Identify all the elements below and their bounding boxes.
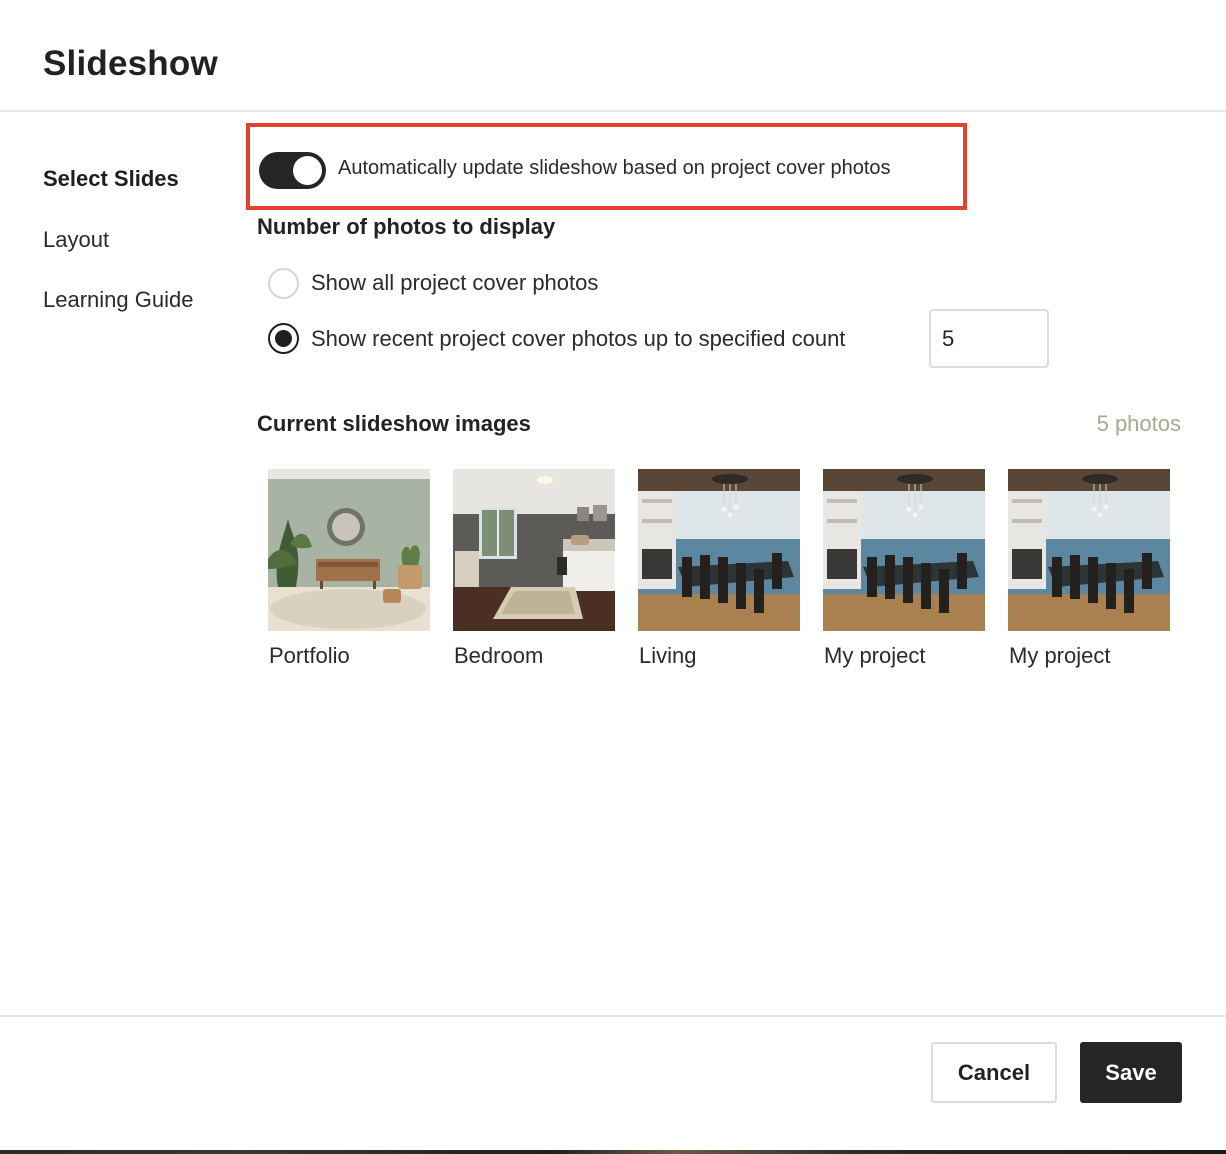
photo-count-label: 5 photos [1096, 411, 1181, 436]
thumb-label-my-project-1: My project [824, 643, 926, 668]
dialog-title: Slideshow [43, 44, 218, 83]
background-strip [0, 1150, 1226, 1154]
auto-update-label: Automatically update slideshow based on … [338, 157, 891, 179]
dining-ocean-icon [638, 469, 800, 631]
radio-show-all[interactable] [268, 268, 299, 299]
toggle-knob [293, 156, 322, 185]
slideshow-images-heading: Current slideshow images [257, 411, 531, 436]
slideshow-thumb-portfolio[interactable] [268, 469, 430, 631]
radio-show-recent[interactable] [268, 323, 299, 354]
slideshow-thumb-my-project-1[interactable] [823, 469, 985, 631]
dialog-header: Slideshow [0, 0, 1226, 112]
photo-count-input[interactable] [929, 309, 1049, 368]
photo-count-heading: Number of photos to display [257, 214, 556, 239]
auto-update-toggle[interactable] [259, 152, 326, 189]
sidebar-item-layout[interactable]: Layout [43, 227, 109, 253]
thumb-label-bedroom: Bedroom [454, 643, 544, 668]
slideshow-thumb-living[interactable] [638, 469, 800, 631]
dining-ocean-icon [823, 469, 985, 631]
thumb-label-living: Living [639, 643, 697, 668]
bedroom-icon [453, 469, 615, 631]
dining-ocean-icon [1008, 469, 1170, 631]
radio-show-recent-label: Show recent project cover photos up to s… [311, 326, 846, 351]
save-button[interactable]: Save [1080, 1042, 1182, 1103]
slideshow-thumb-my-project-2[interactable] [1008, 469, 1170, 631]
slideshow-thumb-bedroom[interactable] [453, 469, 615, 631]
sidebar-item-learning-guide[interactable]: Learning Guide [43, 287, 193, 313]
thumb-label-portfolio: Portfolio [269, 643, 350, 668]
cancel-button[interactable]: Cancel [931, 1042, 1057, 1103]
living-room-icon [268, 469, 430, 631]
sidebar-item-select-slides[interactable]: Select Slides [43, 166, 179, 192]
radio-show-all-label: Show all project cover photos [311, 270, 599, 295]
thumb-label-my-project-2: My project [1009, 643, 1111, 668]
slideshow-dialog: Slideshow Select Slides Layout Learning … [0, 0, 1226, 1150]
